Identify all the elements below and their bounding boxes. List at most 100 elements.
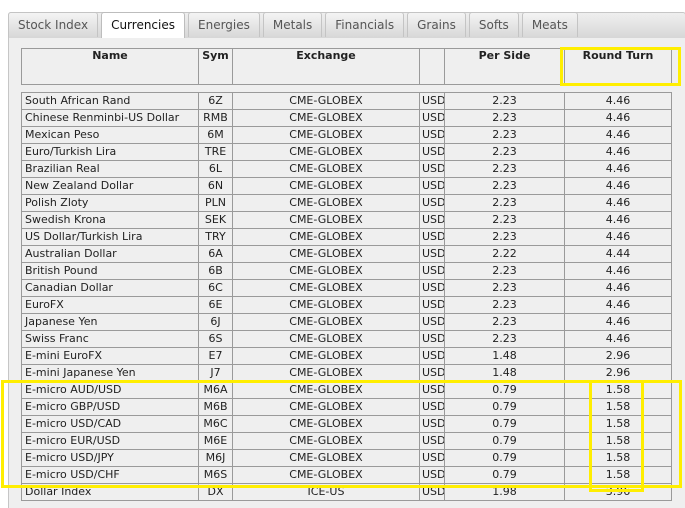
header-round-turn[interactable]: Round Turn [564, 48, 672, 85]
table-row[interactable]: British Pound 6B CME-GLOBEX USD 2.23 4.46 [21, 262, 672, 280]
table-row[interactable]: E-mini Japanese Yen J7 CME-GLOBEX USD 1.48 2.… [21, 364, 672, 382]
cell-exchange: CME-GLOBEX [232, 449, 420, 467]
table-row[interactable]: Chinese Renminbi-US Dollar RMB CME-GLOBEX U… [21, 109, 672, 127]
tab-energies[interactable]: Energies [188, 12, 260, 37]
table-row[interactable]: E-micro USD/CAD M6C CME-GLOBEX USD 0.79 1.58 [21, 415, 672, 433]
cell-name: Australian Dollar [21, 245, 199, 263]
cell-per-side: 2.23 [444, 194, 565, 212]
cell-sym: E7 [198, 347, 233, 365]
cell-sym: 6J [198, 313, 233, 331]
cell-currency: USD [419, 466, 445, 484]
cell-exchange: CME-GLOBEX [232, 466, 420, 484]
header-currency[interactable] [419, 48, 445, 85]
cell-currency: USD [419, 483, 445, 501]
cell-sym: J7 [198, 364, 233, 382]
header-sym[interactable]: Sym [198, 48, 233, 85]
cell-per-side: 2.23 [444, 177, 565, 195]
cell-exchange: CME-GLOBEX [232, 211, 420, 229]
cell-name: Polish Zloty [21, 194, 199, 212]
cell-name: E-micro EUR/USD [21, 432, 199, 450]
cell-per-side: 1.98 [444, 483, 565, 501]
cell-exchange: CME-GLOBEX [232, 279, 420, 297]
cell-round-turn: 4.46 [564, 177, 672, 195]
tab-grains[interactable]: Grains [407, 12, 466, 37]
table-row[interactable]: E-micro EUR/USD M6E CME-GLOBEX USD 0.79 1.58 [21, 432, 672, 450]
table-row[interactable]: E-micro GBP/USD M6B CME-GLOBEX USD 0.79 1.58 [21, 398, 672, 416]
table-row[interactable]: E-micro AUD/USD M6A CME-GLOBEX USD 0.79 1.58 [21, 381, 672, 399]
table-row[interactable]: Brazilian Real 6L CME-GLOBEX USD 2.23 4.46 [21, 160, 672, 178]
table-row[interactable]: Dollar Index DX ICE-US USD 1.98 3.96 [21, 483, 672, 501]
header-name[interactable]: Name [21, 48, 199, 85]
cell-currency: USD [419, 330, 445, 348]
tab-financials[interactable]: Financials [325, 12, 405, 37]
table-row[interactable]: Mexican Peso 6M CME-GLOBEX USD 2.23 4.46 [21, 126, 672, 144]
cell-per-side: 2.23 [444, 262, 565, 280]
table-row[interactable]: Australian Dollar 6A CME-GLOBEX USD 2.22 4.44 [21, 245, 672, 263]
table-row[interactable]: Euro/Turkish Lira TRE CME-GLOBEX USD 2.23 4.4… [21, 143, 672, 161]
header-exchange[interactable]: Exchange [232, 48, 420, 85]
cell-sym: M6E [198, 432, 233, 450]
cell-currency: USD [419, 245, 445, 263]
cell-currency: USD [419, 347, 445, 365]
cell-name: British Pound [21, 262, 199, 280]
table-row[interactable]: New Zealand Dollar 6N CME-GLOBEX USD 2.23 4.4… [21, 177, 672, 195]
cell-exchange: CME-GLOBEX [232, 109, 420, 127]
cell-sym: PLN [198, 194, 233, 212]
cell-per-side: 0.79 [444, 449, 565, 467]
table-row[interactable]: Swiss Franc 6S CME-GLOBEX USD 2.23 4.46 [21, 330, 672, 348]
cell-exchange: CME-GLOBEX [232, 330, 420, 348]
cell-name: E-mini EuroFX [21, 347, 199, 365]
cell-name: South African Rand [21, 92, 199, 110]
cell-currency: USD [419, 160, 445, 178]
cell-currency: USD [419, 177, 445, 195]
cell-round-turn: 4.46 [564, 126, 672, 144]
cell-per-side: 2.23 [444, 92, 565, 110]
table-row[interactable]: Canadian Dollar 6C CME-GLOBEX USD 2.23 4.46 [21, 279, 672, 297]
cell-round-turn: 2.96 [564, 364, 672, 382]
table-row[interactable]: Swedish Krona SEK CME-GLOBEX USD 2.23 4.46 [21, 211, 672, 229]
tab-metals[interactable]: Metals [262, 12, 323, 37]
table-row[interactable]: E-micro USD/JPY M6J CME-GLOBEX USD 0.79 1.58 [21, 449, 672, 467]
cell-currency: USD [419, 143, 445, 161]
header-per-side[interactable]: Per Side [444, 48, 565, 85]
cell-round-turn: 1.58 [564, 466, 672, 484]
cell-name: Swiss Franc [21, 330, 199, 348]
cell-sym: M6J [198, 449, 233, 467]
cell-round-turn: 4.46 [564, 296, 672, 314]
cell-exchange: CME-GLOBEX [232, 126, 420, 144]
cell-exchange: CME-GLOBEX [232, 432, 420, 450]
cell-per-side: 0.79 [444, 432, 565, 450]
cell-name: US Dollar/Turkish Lira [21, 228, 199, 246]
cell-sym: 6Z [198, 92, 233, 110]
cell-currency: USD [419, 313, 445, 331]
cell-exchange: ICE-US [232, 483, 420, 501]
cell-exchange: CME-GLOBEX [232, 296, 420, 314]
table-row[interactable]: E-mini EuroFX E7 CME-GLOBEX USD 1.48 2.96 [21, 347, 672, 365]
tab-currencies[interactable]: Currencies [101, 12, 185, 38]
cell-round-turn: 2.96 [564, 347, 672, 365]
cell-per-side: 2.23 [444, 228, 565, 246]
table-row[interactable]: South African Rand 6Z CME-GLOBEX USD 2.23 4.4… [21, 92, 672, 110]
cell-sym: 6E [198, 296, 233, 314]
cell-sym: 6A [198, 245, 233, 263]
cell-round-turn: 4.46 [564, 194, 672, 212]
cell-round-turn: 4.46 [564, 143, 672, 161]
cell-name: Brazilian Real [21, 160, 199, 178]
tab-meats[interactable]: Meats [521, 12, 578, 37]
table-row[interactable]: E-micro USD/CHF M6S CME-GLOBEX USD 0.79 1.58 [21, 466, 672, 484]
cell-exchange: CME-GLOBEX [232, 364, 420, 382]
table-row[interactable]: EuroFX 6E CME-GLOBEX USD 2.23 4.46 [21, 296, 672, 314]
cell-per-side: 0.79 [444, 381, 565, 399]
cell-per-side: 2.23 [444, 109, 565, 127]
cell-name: E-micro AUD/USD [21, 381, 199, 399]
cell-name: Swedish Krona [21, 211, 199, 229]
tab-stock-index[interactable]: Stock Index [8, 12, 99, 37]
table-row[interactable]: Japanese Yen 6J CME-GLOBEX USD 2.23 4.46 [21, 313, 672, 331]
table-row[interactable]: US Dollar/Turkish Lira TRY CME-GLOBEX USD 2.… [21, 228, 672, 246]
cell-round-turn: 4.46 [564, 92, 672, 110]
cell-sym: TRE [198, 143, 233, 161]
cell-sym: 6M [198, 126, 233, 144]
cell-per-side: 0.79 [444, 398, 565, 416]
table-row[interactable]: Polish Zloty PLN CME-GLOBEX USD 2.23 4.46 [21, 194, 672, 212]
tab-softs[interactable]: Softs [468, 12, 519, 37]
